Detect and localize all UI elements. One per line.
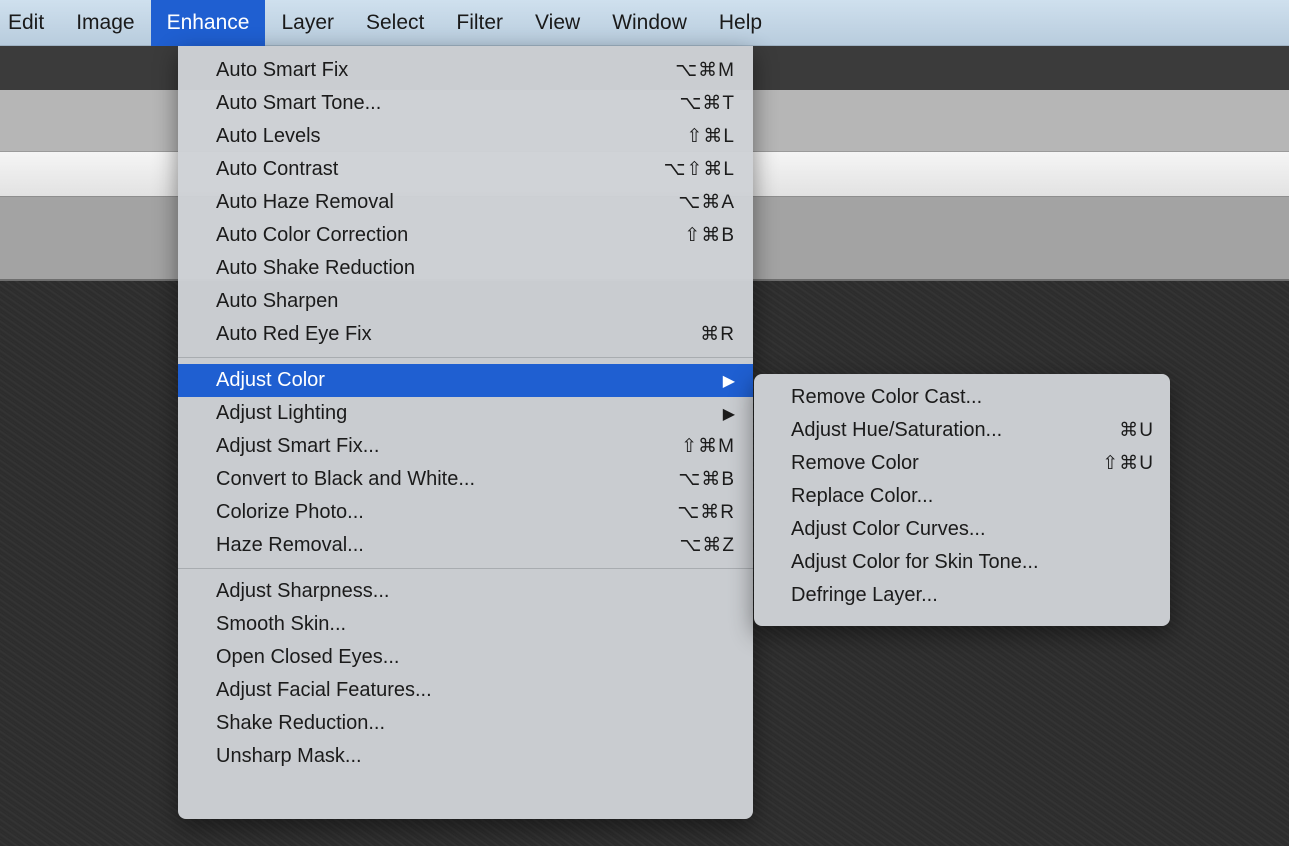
submenu-item-replace-color[interactable]: Replace Color... xyxy=(754,480,1170,513)
menu-item-shortcut: ⌥⌘T xyxy=(679,93,735,114)
submenu-item-adjust-hue-saturation[interactable]: Adjust Hue/Saturation... ⌘U xyxy=(754,414,1170,447)
menu-item-label: Shake Reduction... xyxy=(216,712,385,734)
menu-item-label: Adjust Color xyxy=(216,369,325,391)
submenu-item-remove-color[interactable]: Remove Color ⇧⌘U xyxy=(754,447,1170,480)
menu-item-label: Remove Color xyxy=(791,452,919,474)
menu-select[interactable]: Select xyxy=(350,0,440,46)
menu-item-label: Adjust Sharpness... xyxy=(216,580,390,602)
menu-item-auto-smart-tone[interactable]: Auto Smart Tone... ⌥⌘T xyxy=(178,87,753,120)
menu-item-label: Replace Color... xyxy=(791,485,934,507)
menu-item-label: Auto Levels xyxy=(216,125,321,147)
submenu-item-adjust-color-curves[interactable]: Adjust Color Curves... xyxy=(754,513,1170,546)
menu-item-adjust-smart-fix[interactable]: Adjust Smart Fix... ⇧⌘M xyxy=(178,430,753,463)
menu-item-label: Convert to Black and White... xyxy=(216,468,476,490)
menu-separator xyxy=(178,568,753,569)
menu-item-label: Auto Smart Fix xyxy=(216,59,349,81)
menu-item-auto-red-eye-fix[interactable]: Auto Red Eye Fix ⌘R xyxy=(178,318,753,351)
menu-item-label: Defringe Layer... xyxy=(791,584,938,606)
menu-help[interactable]: Help xyxy=(703,0,778,46)
menu-separator xyxy=(178,357,753,358)
menu-item-shortcut: ⌥⌘Z xyxy=(679,535,735,556)
menu-item-shortcut: ⇧⌘B xyxy=(684,225,735,246)
menu-item-auto-sharpen[interactable]: Auto Sharpen xyxy=(178,285,753,318)
menu-window[interactable]: Window xyxy=(596,0,703,46)
submenu-item-adjust-color-skin-tone[interactable]: Adjust Color for Skin Tone... xyxy=(754,546,1170,579)
menu-item-label: Auto Haze Removal xyxy=(216,191,394,213)
menu-item-label: Colorize Photo... xyxy=(216,501,364,523)
menu-item-label: Adjust Lighting xyxy=(216,402,348,424)
menu-item-label: Auto Sharpen xyxy=(216,290,339,312)
menu-item-colorize-photo[interactable]: Colorize Photo... ⌥⌘R xyxy=(178,496,753,529)
menu-item-shake-reduction[interactable]: Shake Reduction... xyxy=(178,707,753,740)
submenu-arrow-icon: ▶ xyxy=(722,405,735,423)
menu-item-label: Adjust Color Curves... xyxy=(791,518,986,540)
menu-item-adjust-sharpness[interactable]: Adjust Sharpness... xyxy=(178,575,753,608)
menu-item-shortcut: ⌥⌘R xyxy=(677,502,735,523)
menu-item-label: Adjust Facial Features... xyxy=(216,679,432,701)
menu-item-label: Auto Smart Tone... xyxy=(216,92,382,114)
menu-item-smooth-skin[interactable]: Smooth Skin... xyxy=(178,608,753,641)
submenu-arrow-icon: ▶ xyxy=(722,372,735,390)
menu-item-shortcut: ⇧⌘M xyxy=(681,436,735,457)
menu-item-shortcut: ⌥⌘A xyxy=(678,192,735,213)
menu-item-convert-black-white[interactable]: Convert to Black and White... ⌥⌘B xyxy=(178,463,753,496)
menu-item-shortcut: ⌥⌘M xyxy=(675,60,735,81)
submenu-item-defringe-layer[interactable]: Defringe Layer... xyxy=(754,579,1170,612)
menu-filter[interactable]: Filter xyxy=(440,0,519,46)
menu-item-shortcut: ⌥⌘B xyxy=(678,469,735,490)
menu-item-auto-contrast[interactable]: Auto Contrast ⌥⇧⌘L xyxy=(178,153,753,186)
menu-image[interactable]: Image xyxy=(60,0,150,46)
menu-item-label: Open Closed Eyes... xyxy=(216,646,400,668)
submenu-item-remove-color-cast[interactable]: Remove Color Cast... xyxy=(754,381,1170,414)
menu-item-adjust-color[interactable]: Adjust Color ▶ xyxy=(178,364,753,397)
menu-item-adjust-lighting[interactable]: Adjust Lighting ▶ xyxy=(178,397,753,430)
menu-item-label: Adjust Smart Fix... xyxy=(216,435,380,457)
menu-item-label: Haze Removal... xyxy=(216,534,364,556)
menu-edit[interactable]: Edit xyxy=(0,0,60,46)
menu-bar: Edit Image Enhance Layer Select Filter V… xyxy=(0,0,1289,46)
menu-item-shortcut: ⇧⌘L xyxy=(686,126,735,147)
menu-item-label: Auto Color Correction xyxy=(216,224,409,246)
menu-item-label: Auto Contrast xyxy=(216,158,339,180)
menu-item-label: Adjust Hue/Saturation... xyxy=(791,419,1003,441)
menu-item-shortcut: ⌘R xyxy=(700,324,735,345)
menu-item-auto-levels[interactable]: Auto Levels ⇧⌘L xyxy=(178,120,753,153)
menu-item-adjust-facial-features[interactable]: Adjust Facial Features... xyxy=(178,674,753,707)
adjust-color-submenu: Remove Color Cast... Adjust Hue/Saturati… xyxy=(754,374,1170,626)
menu-item-auto-haze-removal[interactable]: Auto Haze Removal ⌥⌘A xyxy=(178,186,753,219)
menu-enhance[interactable]: Enhance xyxy=(150,0,266,46)
menu-item-unsharp-mask[interactable]: Unsharp Mask... xyxy=(178,740,753,773)
menu-item-auto-shake-reduction[interactable]: Auto Shake Reduction xyxy=(178,252,753,285)
menu-item-auto-smart-fix[interactable]: Auto Smart Fix ⌥⌘M xyxy=(178,54,753,87)
menu-item-label: Adjust Color for Skin Tone... xyxy=(791,551,1039,573)
menu-item-shortcut: ⌘U xyxy=(1119,420,1154,441)
enhance-menu: Auto Smart Fix ⌥⌘M Auto Smart Tone... ⌥⌘T … xyxy=(178,46,753,819)
menu-item-shortcut: ⌥⇧⌘L xyxy=(663,159,735,180)
menu-item-auto-color-correction[interactable]: Auto Color Correction ⇧⌘B xyxy=(178,219,753,252)
menu-item-label: Auto Red Eye Fix xyxy=(216,323,372,345)
menu-view[interactable]: View xyxy=(519,0,596,46)
menu-item-haze-removal[interactable]: Haze Removal... ⌥⌘Z xyxy=(178,529,753,562)
menu-layer[interactable]: Layer xyxy=(265,0,350,46)
menu-item-open-closed-eyes[interactable]: Open Closed Eyes... xyxy=(178,641,753,674)
menu-item-label: Unsharp Mask... xyxy=(216,745,362,767)
menu-item-label: Smooth Skin... xyxy=(216,613,347,635)
menu-item-label: Remove Color Cast... xyxy=(791,386,983,408)
menu-item-label: Auto Shake Reduction xyxy=(216,257,416,279)
menu-item-shortcut: ⇧⌘U xyxy=(1102,453,1154,474)
